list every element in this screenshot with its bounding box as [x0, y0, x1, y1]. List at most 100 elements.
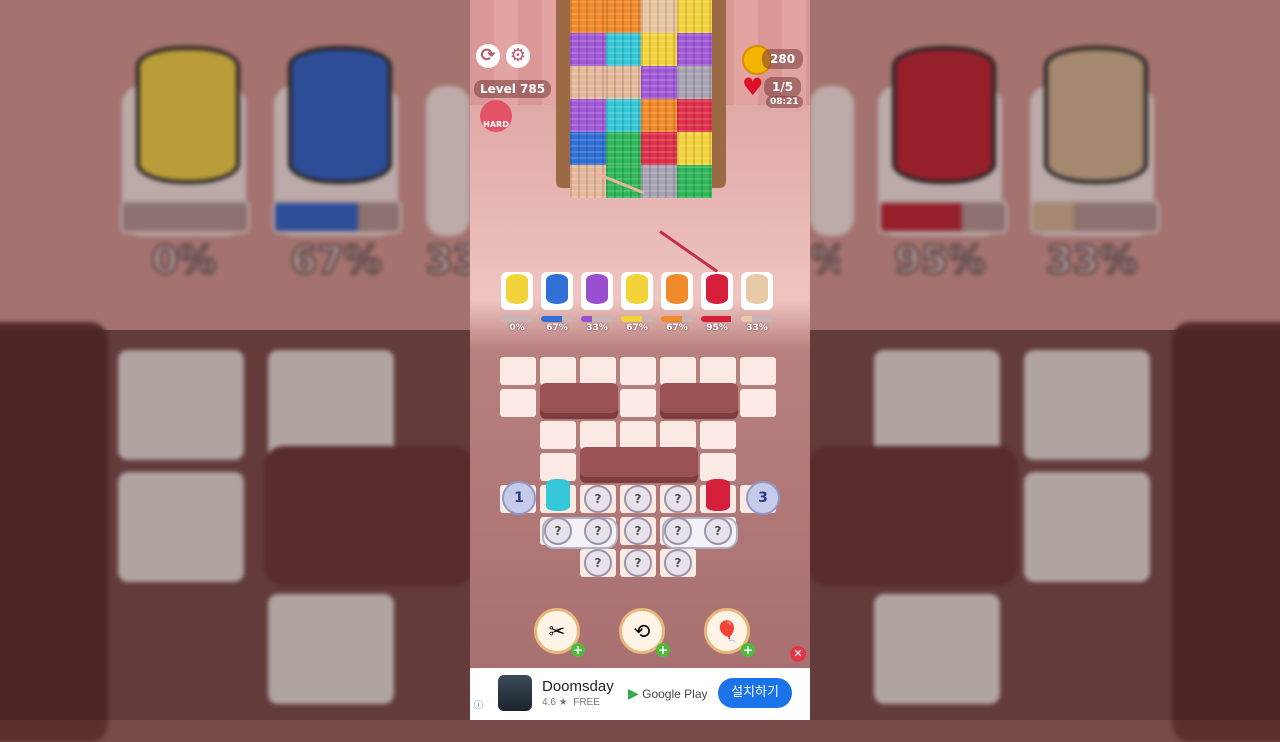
- hidden-spool[interactable]: ?: [624, 549, 652, 577]
- scissors-icon: ✂: [548, 619, 566, 643]
- hidden-mark: ?: [594, 556, 602, 570]
- knit-picture: [570, 0, 712, 198]
- spool-slot: 33%: [740, 272, 774, 333]
- difficulty-label: HARD: [483, 120, 509, 129]
- store-name: Google Play: [642, 687, 708, 701]
- hidden-spool[interactable]: ?: [584, 517, 612, 545]
- board-tile: [700, 357, 736, 385]
- spool-icon: [741, 272, 773, 310]
- red-spool[interactable]: [706, 479, 730, 511]
- spool-icon: [621, 272, 653, 310]
- knit-cell: [605, 132, 641, 165]
- knit-cell: [570, 132, 606, 165]
- knit-cell: [605, 66, 641, 99]
- hidden-spool[interactable]: ?: [584, 485, 612, 513]
- balloon-booster[interactable]: 🎈 +: [704, 608, 755, 657]
- board-tile: [580, 421, 616, 449]
- spool-percent: 67%: [626, 323, 648, 333]
- board-tile: [700, 453, 736, 481]
- google-play-badge: ▶ Google Play: [628, 685, 708, 702]
- board-tile: [620, 389, 656, 417]
- knitting-frame: [556, 0, 726, 198]
- spool-percent: 33%: [586, 323, 608, 333]
- hidden-mark: ?: [674, 524, 682, 538]
- spool-slot: 95%: [700, 272, 734, 333]
- hidden-mark: ?: [674, 492, 682, 506]
- hidden-spool[interactable]: ?: [664, 517, 692, 545]
- spool-progress-bar: [621, 316, 653, 322]
- hidden-mark: ?: [594, 492, 602, 506]
- spool-percent: 67%: [666, 323, 688, 333]
- balloon-icon: 🎈: [714, 619, 740, 643]
- hidden-mark: ?: [674, 556, 682, 570]
- spool-progress-bar: [661, 316, 693, 322]
- spool-slots: 0% 67% 33% 67% 67% 95% 33%: [500, 272, 780, 342]
- gear-icon[interactable]: ⚙: [506, 44, 530, 68]
- spool-percent: 0%: [509, 323, 525, 333]
- hidden-mark: ?: [634, 492, 642, 506]
- gate-count: 3: [758, 490, 768, 506]
- ad-app-name: Doomsday: [542, 678, 614, 695]
- knit-cell: [605, 0, 641, 33]
- spool-swap-icon: ⟲: [633, 619, 651, 643]
- board-tile: [580, 357, 616, 385]
- scissors-booster[interactable]: ✂ +: [534, 608, 585, 657]
- heart-icon: ♥: [742, 73, 764, 101]
- spool-icon: [661, 272, 693, 310]
- hidden-spool[interactable]: ?: [624, 517, 652, 545]
- knit-cell: [641, 165, 677, 198]
- wall-block: [580, 447, 698, 483]
- hidden-spool[interactable]: ?: [664, 549, 692, 577]
- gate-right[interactable]: 3: [746, 481, 780, 515]
- spool-slot: 0%: [500, 272, 534, 333]
- info-icon[interactable]: ⓘ: [474, 698, 483, 711]
- coin-count: 280: [762, 49, 804, 69]
- hidden-spool[interactable]: ?: [584, 549, 612, 577]
- knit-cell: [676, 132, 712, 165]
- knit-cell: [676, 165, 712, 198]
- hidden-spool[interactable]: ?: [664, 485, 692, 513]
- spool-percent: 33%: [746, 323, 768, 333]
- restart-icon[interactable]: ⟳: [476, 44, 500, 68]
- spool-slot: 67%: [620, 272, 654, 333]
- plus-icon: +: [656, 643, 670, 657]
- knit-cell: [641, 132, 677, 165]
- hidden-spool[interactable]: ?: [544, 517, 572, 545]
- ad-meta: 4.6 ★ FREE: [542, 697, 600, 708]
- knit-cell: [605, 33, 641, 66]
- game-screen: ⟳ ⚙ Level 785 HARD 280 ♥ 1/5 08:21 0% 67%…: [470, 0, 810, 720]
- wall-block: [540, 383, 618, 419]
- spool-percent: 95%: [706, 323, 728, 333]
- play-icon: ▶: [628, 685, 639, 701]
- spool-progress-bar: [501, 316, 533, 322]
- knit-cell: [570, 33, 606, 66]
- gate-left[interactable]: 1: [502, 481, 536, 515]
- ad-banner[interactable]: ⓘ Doomsday 4.6 ★ FREE ▶ Google Play 설치하기: [470, 668, 810, 720]
- knit-cell: [676, 0, 712, 33]
- hidden-mark: ?: [634, 556, 642, 570]
- hidden-spool[interactable]: ?: [624, 485, 652, 513]
- cyan-spool[interactable]: [546, 479, 570, 511]
- board-tile: [660, 421, 696, 449]
- thread-strand: [659, 230, 719, 273]
- board-tile: [740, 389, 776, 417]
- close-ad-icon[interactable]: ✕: [790, 646, 806, 662]
- knit-cell: [676, 66, 712, 99]
- swap-booster[interactable]: ⟲ +: [619, 608, 670, 657]
- knit-cell: [641, 99, 677, 132]
- spool-icon: [701, 272, 733, 310]
- board-tile: [660, 357, 696, 385]
- install-button[interactable]: 설치하기: [718, 678, 792, 708]
- board-tile: [540, 357, 576, 385]
- spool-progress-bar: [541, 316, 573, 322]
- ad-rating: 4.6 ★: [542, 697, 568, 708]
- hard-badge: HARD: [480, 100, 512, 132]
- level-label: Level 785: [474, 80, 552, 98]
- plus-icon: +: [571, 643, 585, 657]
- hidden-spool[interactable]: ?: [704, 517, 732, 545]
- board-tile: [740, 357, 776, 385]
- hidden-mark: ?: [594, 524, 602, 538]
- plus-icon: +: [741, 643, 755, 657]
- knit-cell: [570, 99, 606, 132]
- spool-icon: [501, 272, 533, 310]
